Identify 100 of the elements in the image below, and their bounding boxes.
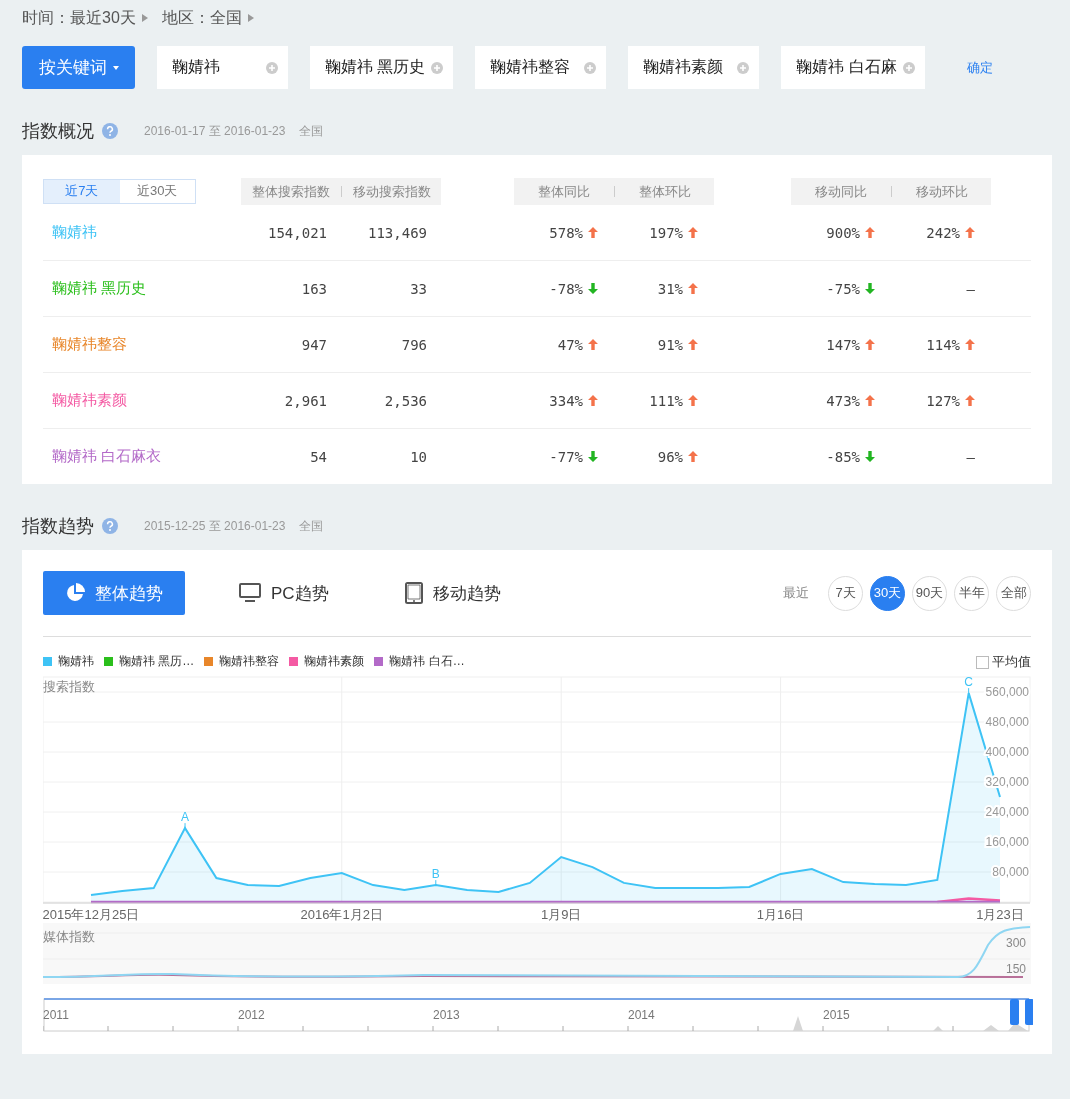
annotation: A — [181, 810, 190, 825]
table-cell-text: 796 — [400, 336, 428, 353]
up-arrow-icon — [865, 395, 875, 406]
annotation: B — [431, 867, 440, 882]
down-arrow-icon — [865, 451, 875, 462]
up-arrow-icon — [965, 395, 975, 406]
add-icon[interactable] — [902, 61, 915, 74]
keyword-field[interactable]: 鞠婧祎 — [157, 46, 288, 89]
tick-label: 1月16日 — [756, 907, 805, 922]
up-arrow-icon — [688, 283, 698, 294]
axis-title: 搜索指数 — [43, 679, 95, 694]
trend-tab[interactable]: 整体趋势 — [43, 571, 185, 615]
range-handle[interactable] — [1010, 999, 1019, 1025]
table-cell: 127% — [926, 392, 960, 409]
table-cell: 96% — [657, 448, 683, 465]
column-header: 移动环比 — [891, 185, 991, 197]
year-label: 2012 — [238, 1008, 265, 1022]
up-arrow-icon — [865, 339, 875, 350]
legend-item[interactable]: 鞠婧祎 — [43, 652, 94, 670]
table-cell: 111% — [649, 392, 683, 409]
table-cell-text: 10 — [409, 448, 428, 465]
tick-label: 1月9日 — [540, 907, 582, 922]
table-cell-text: 154,021 — [267, 224, 328, 241]
keyword-field[interactable]: 鞠婧祎 黑历史 — [310, 46, 454, 89]
column-header: 整体搜索指数 — [251, 185, 331, 197]
up-arrow-icon — [965, 339, 975, 350]
confirm-link[interactable]: 确定 — [966, 58, 993, 77]
pie-chart-icon — [65, 583, 85, 603]
filter-dropdown[interactable]: 地区：全国 — [161, 7, 254, 29]
table-cell-text: 947 — [300, 336, 328, 353]
add-icon[interactable] — [737, 61, 750, 74]
tick-label: 480,000 — [985, 715, 1029, 729]
table-cell-text: 33 — [409, 280, 428, 297]
tablet-icon — [404, 582, 423, 604]
monitor-icon — [239, 583, 261, 603]
down-arrow-icon — [588, 283, 598, 294]
up-arrow-icon — [688, 339, 698, 350]
up-arrow-icon — [588, 339, 598, 350]
year-label: 2015 — [823, 1008, 850, 1022]
year-label: 2013 — [433, 1008, 460, 1022]
range-button[interactable]: 7天 — [828, 575, 863, 611]
region-label: 全国 — [299, 122, 324, 140]
caret-icon — [247, 14, 254, 22]
table-cell: 473% — [826, 392, 860, 409]
table-cell-text: 2,961 — [283, 392, 328, 409]
table-cell: -78% — [549, 280, 583, 297]
range-button[interactable]: 半年 — [954, 575, 989, 611]
tick-label: 2016年1月2日 — [300, 907, 383, 922]
tick-label: 150 — [1005, 962, 1026, 976]
keyword-field[interactable]: 鞠婧祎 白石麻 — [781, 46, 925, 89]
period-tab[interactable]: 近7天 — [44, 179, 120, 203]
help-icon[interactable] — [102, 518, 118, 534]
trend-tab[interactable]: PC趋势 — [217, 571, 351, 615]
down-arrow-icon — [588, 451, 598, 462]
table-cell: 242% — [926, 224, 960, 241]
table-cell: 578% — [549, 224, 583, 241]
add-icon[interactable] — [266, 61, 278, 74]
legend-item[interactable]: 鞠婧祎素颜 — [289, 652, 365, 670]
add-icon[interactable] — [584, 61, 597, 74]
region-label: 全国 — [299, 517, 324, 535]
keyword-field[interactable]: 鞠婧祎素颜 — [628, 46, 760, 89]
trend-tab[interactable]: 移动趋势 — [382, 571, 523, 615]
tick-label: 160,000 — [985, 835, 1029, 849]
tick-label: 240,000 — [985, 805, 1029, 819]
table-cell-text: 163 — [300, 280, 328, 297]
keyword-field[interactable]: 鞠婧祎整容 — [475, 46, 607, 89]
column-header: 整体同比 — [537, 185, 591, 197]
legend-item[interactable]: 鞠婧祎整容 — [204, 652, 280, 670]
table-cell: 47% — [557, 336, 583, 353]
range-button[interactable]: 全部 — [996, 575, 1031, 611]
up-arrow-icon — [688, 227, 698, 238]
add-icon[interactable] — [431, 61, 444, 74]
table-cell-text: 113,469 — [367, 224, 428, 241]
range-button[interactable]: 90天 — [912, 575, 947, 611]
help-icon[interactable] — [102, 123, 118, 139]
up-arrow-icon — [588, 395, 598, 406]
up-arrow-icon — [688, 395, 698, 406]
filter-dropdown[interactable]: 时间：最近30天 — [22, 7, 148, 29]
year-label: 2011 — [43, 1008, 69, 1022]
legend-item[interactable]: 鞠婧祎 白石… — [374, 652, 465, 670]
caret-icon — [112, 63, 119, 72]
up-arrow-icon — [588, 227, 598, 238]
annotation: C — [964, 675, 974, 690]
tick-label: 80,000 — [992, 865, 1029, 879]
down-arrow-icon — [865, 283, 875, 294]
column-header: 整体环比 — [614, 185, 714, 197]
table-cell: -77% — [549, 448, 583, 465]
average-checkbox[interactable]: 平均值 — [976, 653, 1031, 671]
table-cell: – — [966, 280, 975, 297]
table-cell: 31% — [657, 280, 683, 297]
range-handle[interactable] — [1025, 999, 1033, 1025]
keyword-link[interactable]: 鞠婧祎 白石麻衣 — [43, 447, 241, 466]
column-header: 移动搜索指数 — [341, 185, 441, 197]
legend-item[interactable]: 鞠婧祎 黑历… — [104, 652, 195, 670]
range-label: 最近 — [783, 584, 809, 602]
tick-label: 2015年12月25日 — [43, 907, 140, 922]
range-button[interactable]: 30天 — [870, 575, 905, 611]
date-range: 2015-12-25 至 2016-01-23 — [144, 517, 286, 535]
up-arrow-icon — [965, 227, 975, 238]
mode-dropdown[interactable]: 按关键词 — [22, 46, 135, 89]
